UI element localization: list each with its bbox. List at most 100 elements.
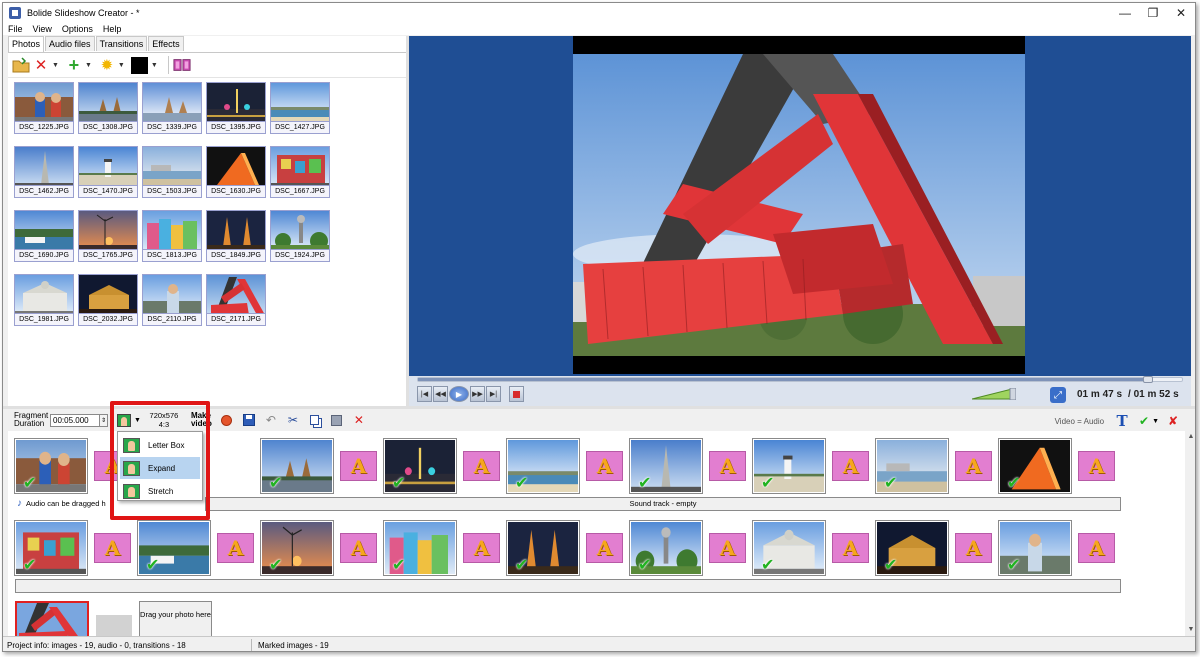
- photo-thumbnail[interactable]: DSC_1462.JPG: [12, 144, 76, 208]
- stop-button[interactable]: [509, 386, 524, 402]
- check-dropdown-icon[interactable]: ▼: [1152, 418, 1159, 425]
- checkmark-icon[interactable]: ✔: [146, 558, 159, 574]
- effects-sun-icon[interactable]: ✹: [98, 56, 116, 74]
- menu-help[interactable]: Help: [98, 23, 127, 35]
- fit-mode-icon[interactable]: [116, 412, 132, 428]
- checkmark-icon[interactable]: ✔: [392, 558, 405, 574]
- go-to-end-button[interactable]: ▶|: [486, 386, 501, 402]
- transition-icon[interactable]: A: [94, 533, 131, 563]
- save-icon[interactable]: [241, 412, 257, 428]
- seek-bar[interactable]: [417, 376, 1183, 383]
- photo-thumbnail[interactable]: DSC_1849.JPG: [204, 208, 268, 272]
- timeline-slide[interactable]: ✔: [752, 438, 826, 494]
- fit-mode-dropdown-icon[interactable]: ▼: [134, 417, 141, 424]
- photo-thumbnail[interactable]: DSC_2110.JPG: [140, 272, 204, 336]
- drop-target[interactable]: Drag your photo here: [139, 601, 212, 639]
- transition-icon[interactable]: A: [832, 533, 869, 563]
- uncheck-all-icon[interactable]: ✘: [1165, 413, 1181, 429]
- video-audio-label[interactable]: Video = Audio: [1055, 417, 1104, 426]
- seek-handle[interactable]: [1142, 376, 1153, 383]
- previous-button[interactable]: ◀◀: [433, 386, 448, 402]
- photo-thumbnail[interactable]: DSC_1813.JPG: [140, 208, 204, 272]
- checkmark-icon[interactable]: ✔: [1007, 476, 1020, 492]
- checkmark-icon[interactable]: ✔: [884, 476, 897, 492]
- timeline-slide[interactable]: ✔: [629, 520, 703, 576]
- timeline-slide[interactable]: ✔: [998, 520, 1072, 576]
- checkmark-icon[interactable]: ✔: [392, 476, 405, 492]
- transition-icon[interactable]: A: [340, 533, 377, 563]
- transition-icon[interactable]: A: [340, 451, 377, 481]
- slideshow-book-icon[interactable]: [173, 56, 191, 74]
- tab-audio-files[interactable]: Audio files: [45, 36, 95, 51]
- close-button[interactable]: ✕: [1167, 3, 1195, 23]
- timeline-slide[interactable]: ✔: [383, 438, 457, 494]
- text-tool-icon[interactable]: T: [1114, 412, 1130, 430]
- effects-dropdown-icon[interactable]: ▼: [118, 62, 125, 69]
- photo-thumbnail[interactable]: DSC_1395.JPG: [204, 80, 268, 144]
- transition-icon[interactable]: A: [217, 533, 254, 563]
- photo-thumbnail[interactable]: DSC_1630.JPG: [204, 144, 268, 208]
- timeline-slide[interactable]: ✔: [875, 438, 949, 494]
- checkmark-icon[interactable]: ✔: [515, 476, 528, 492]
- menu-item-expand[interactable]: Expand: [120, 457, 200, 479]
- copy-icon[interactable]: [307, 412, 323, 428]
- transition-icon[interactable]: A: [1078, 533, 1115, 563]
- timeline-slide[interactable]: ✔: [506, 438, 580, 494]
- add-dropdown-icon[interactable]: ▼: [85, 62, 92, 69]
- photo-thumbnail[interactable]: DSC_2032.JPG: [76, 272, 140, 336]
- maximize-button[interactable]: ❐: [1139, 3, 1167, 23]
- timeline-slide[interactable]: ✔: [383, 520, 457, 576]
- record-icon[interactable]: [219, 412, 235, 428]
- tab-transitions[interactable]: Transitions: [95, 36, 148, 51]
- photo-thumbnail[interactable]: DSC_1667.JPG: [268, 144, 332, 208]
- checkmark-icon[interactable]: ✔: [269, 476, 282, 492]
- transition-icon[interactable]: A: [709, 451, 746, 481]
- cut-icon[interactable]: ✂: [285, 412, 301, 428]
- transition-icon[interactable]: A: [586, 533, 623, 563]
- check-all-icon[interactable]: ✔: [1136, 413, 1152, 429]
- timeline-slide[interactable]: ✔: [506, 520, 580, 576]
- photo-thumbnail[interactable]: DSC_1339.JPG: [140, 80, 204, 144]
- delete-dropdown-icon[interactable]: ▼: [52, 62, 59, 69]
- photo-thumbnail[interactable]: DSC_1427.JPG: [268, 80, 332, 144]
- photo-thumbnail[interactable]: DSC_1690.JPG: [12, 208, 76, 272]
- checkmark-icon[interactable]: ✔: [884, 558, 897, 574]
- background-color-icon[interactable]: [131, 56, 149, 74]
- timeline-slide[interactable]: ✔: [875, 520, 949, 576]
- photo-thumbnail[interactable]: DSC_1308.JPG: [76, 80, 140, 144]
- color-dropdown-icon[interactable]: ▼: [151, 62, 158, 69]
- transition-icon[interactable]: A: [463, 533, 500, 563]
- soundtrack-row-1[interactable]: Sound track - empty: [205, 497, 1121, 511]
- photo-thumbnail[interactable]: DSC_1981.JPG: [12, 272, 76, 336]
- timeline-slide[interactable]: ✔: [14, 438, 88, 494]
- fragment-duration-input[interactable]: 00:05.000: [50, 413, 100, 427]
- menu-options[interactable]: Options: [57, 23, 98, 35]
- photo-thumbnail[interactable]: DSC_1470.JPG: [76, 144, 140, 208]
- paste-icon[interactable]: [329, 412, 345, 428]
- timeline-slide[interactable]: ✔: [137, 520, 211, 576]
- minimize-button[interactable]: —: [1111, 3, 1139, 23]
- timeline-slide[interactable]: ✔: [629, 438, 703, 494]
- menu-file[interactable]: File: [3, 23, 28, 35]
- photo-thumbnail[interactable]: DSC_2171.JPG: [204, 272, 268, 336]
- transition-icon[interactable]: A: [955, 451, 992, 481]
- soundtrack-row-2[interactable]: [15, 579, 1121, 593]
- timeline-scrollbar[interactable]: ▲ ▼: [1185, 431, 1195, 636]
- timeline-slide[interactable]: ✔: [14, 520, 88, 576]
- transition-icon[interactable]: A: [832, 451, 869, 481]
- checkmark-icon[interactable]: ✔: [761, 476, 774, 492]
- transition-icon[interactable]: A: [586, 451, 623, 481]
- checkmark-icon[interactable]: ✔: [23, 558, 36, 574]
- undo-icon[interactable]: ↶: [263, 412, 279, 428]
- checkmark-icon[interactable]: ✔: [269, 558, 282, 574]
- resolution-display[interactable]: 720x576 4:3: [147, 411, 181, 429]
- delete-icon[interactable]: ✕: [32, 56, 50, 74]
- timeline-slide[interactable]: ✔: [260, 438, 334, 494]
- photo-thumbnail[interactable]: DSC_1225.JPG: [12, 80, 76, 144]
- tab-effects[interactable]: Effects: [148, 36, 184, 51]
- menu-view[interactable]: View: [28, 23, 57, 35]
- fragment-duration-spinner[interactable]: ⇕: [100, 413, 108, 427]
- checkmark-icon[interactable]: ✔: [638, 558, 651, 574]
- volume-slider[interactable]: [971, 387, 1017, 401]
- menu-item-letter-box[interactable]: Letter Box: [120, 434, 200, 456]
